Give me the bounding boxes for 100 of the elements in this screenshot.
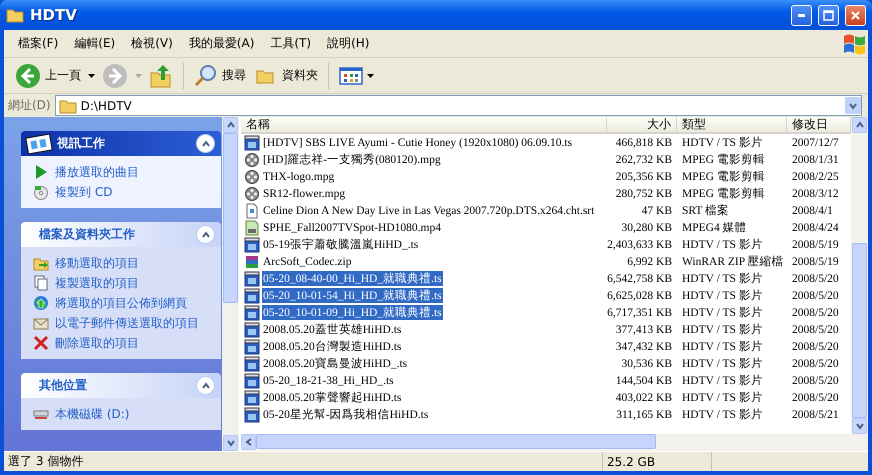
table-cell-text: 2008/5/20 (791, 322, 840, 338)
folder-icon (58, 98, 77, 114)
task-link[interactable]: 複製選取的項目 (55, 275, 139, 291)
table-cell-text: 30,280 KB (620, 220, 673, 236)
table-cell-text: HDTV / TS 影片 (681, 272, 764, 287)
maximize-button[interactable] (818, 4, 839, 26)
video-file-icon (244, 322, 260, 338)
search-button[interactable]: 搜尋 (191, 62, 249, 90)
chevron-icon (200, 230, 210, 240)
table-cell-text: 205,356 KB (614, 170, 673, 184)
table-cell-text: 280,752 KB (614, 186, 673, 202)
table-cell-text: 466,818 KB (614, 136, 673, 150)
file-row[interactable]: 05-20_08-40-00_Hi_HD_就職典禮.ts (241, 270, 607, 287)
task-link[interactable]: 本機磁碟 (D:) (55, 406, 130, 422)
table-cell-text: 2008/4/24 (791, 220, 840, 236)
task-link[interactable]: 將選取的項目公佈到網頁 (55, 295, 187, 311)
address-field[interactable]: D:\HDTV (54, 95, 862, 116)
video-file-icon (244, 372, 260, 388)
table-cell-text: 2007/12/7 (791, 136, 840, 150)
collapse-button[interactable] (196, 134, 215, 153)
film-strip-icon (25, 132, 53, 154)
menu-item[interactable]: 工具(T) (262, 35, 320, 52)
column-header[interactable]: 類型 (677, 117, 787, 134)
file-row[interactable]: SPHE_Fall2007TVSpot-HD1080.mp4 (241, 219, 607, 236)
file-row[interactable]: 05-20_10-01-54_Hi_HD_就職典禮.ts (241, 287, 607, 304)
caret-icon (135, 74, 142, 78)
task-link[interactable]: 播放選取的曲目 (55, 164, 139, 180)
file-row[interactable]: Celine Dion A New Day Live in Las Vegas 2007.720p.DTS.x264.cht.srt (241, 202, 607, 219)
address-label: 網址(D) (8, 97, 51, 114)
file-row[interactable]: 2008.05.20掌聲響起HiHD.ts (241, 389, 607, 406)
table-cell-text: 2,403,633 KB (607, 238, 673, 252)
video-file-icon (244, 288, 260, 304)
video-file-icon (244, 134, 260, 150)
table-cell-text: HDTV / TS 影片 (681, 390, 764, 406)
folder-up-icon (149, 62, 173, 88)
file-row[interactable]: 05-20_10-01-09_Hi_HD_就職典禮.ts (241, 304, 607, 321)
close-icon (850, 10, 861, 20)
task-link[interactable]: 複製到 CD (55, 184, 112, 200)
collapse-button[interactable] (196, 225, 215, 244)
play-icon (33, 164, 49, 180)
table-cell-text: 2008/1/31 (791, 152, 840, 168)
video-file-icon (244, 236, 260, 252)
table-cell-text: 2008/5/21 (791, 408, 840, 422)
table-cell-text: HDTV / TS 影片 (681, 306, 764, 321)
table-cell-text: 2008/3/12 (791, 186, 840, 202)
file-row[interactable]: 2008.05.20蓋世英雄HiHD.ts (241, 321, 607, 338)
scrollbar[interactable] (241, 434, 868, 451)
search-icon (194, 64, 218, 88)
file-row[interactable]: ArcSoft_Codec.zip (241, 253, 607, 270)
column-header[interactable]: 修改日 (787, 117, 851, 134)
table-cell-text: SRT 檔案 (681, 203, 730, 219)
archive-icon (244, 254, 260, 270)
file-row[interactable]: 2008.05.20台灣製造HiHD.ts (241, 338, 607, 355)
table-cell-text: 2008/4/1 (791, 204, 834, 218)
file-row[interactable]: 05-19張宇蕭敬騰溫嵐HiHD_.ts (241, 236, 607, 253)
file-row[interactable]: [HDTV] SBS LIVE Ayumi - Cutie Honey (1920x1080) 06.09.10.ts (241, 134, 607, 151)
menu-item[interactable]: 檢視(V) (123, 35, 181, 52)
views-icon (339, 66, 363, 86)
menu-item[interactable]: 檔案(F) (10, 35, 66, 52)
table-cell-text: 30,536 KB (620, 356, 673, 372)
table-cell-text: 2008/5/20 (791, 374, 840, 388)
file-row[interactable]: 2008.05.20寶島曼波HiHD_.ts (241, 355, 607, 372)
document-icon (244, 202, 260, 218)
column-header[interactable]: 名稱 (241, 117, 607, 134)
table-cell-text: 347,432 KB (614, 340, 673, 354)
disc-icon (33, 184, 49, 200)
file-row[interactable]: THX-logo.mpg (241, 168, 607, 185)
table-cell-text: 311,165 KB (615, 408, 673, 422)
back-button[interactable]: 上一頁 (12, 60, 84, 90)
film-reel-icon (244, 186, 260, 202)
file-row[interactable]: 05-20星光幫-因爲我相信HiHD.ts (241, 406, 607, 423)
table-cell-text: 377,413 KB (614, 322, 673, 338)
table-cell-text: 2008/5/20 (791, 288, 840, 304)
menu-item[interactable]: 我的最愛(A) (180, 35, 262, 52)
table-cell-text: HDTV / TS 影片 (681, 238, 764, 253)
task-link[interactable]: 移動選取的項目 (55, 255, 139, 271)
column-header[interactable]: 大小 (607, 117, 677, 134)
table-cell-text: 2008/5/20 (791, 272, 840, 286)
table-cell-text: MPEG4 媒體 (681, 220, 748, 236)
file-row[interactable]: SR12-flower.mpg (241, 185, 607, 202)
table-cell-text: WinRAR ZIP 壓縮檔 (681, 254, 785, 270)
scrollbar[interactable] (851, 117, 868, 434)
close-button[interactable] (845, 4, 866, 26)
minimize-button[interactable] (791, 4, 812, 26)
menu-item[interactable]: 說明(H) (319, 35, 378, 52)
task-link[interactable]: 以電子郵件傳送選取的項目 (55, 315, 199, 331)
file-row[interactable]: [HD]羅志祥-一支獨秀(080120).mpg (241, 151, 607, 168)
collapse-button[interactable] (196, 376, 215, 395)
folder-icon (6, 7, 24, 23)
video-file-icon (244, 338, 260, 354)
table-cell-text: 2008/5/20 (791, 356, 840, 372)
menu-item[interactable]: 編輯(E) (66, 35, 124, 52)
task-link[interactable]: 刪除選取的項目 (55, 335, 139, 351)
table-cell-text: 2008/5/20 (791, 390, 840, 406)
video-file-icon (244, 356, 260, 372)
file-row[interactable]: 05-20_18-21-38_Hi_HD_.ts (241, 372, 607, 389)
folders-button[interactable]: 資料夾 (253, 65, 321, 86)
panel-title: 視訊工作 (56, 135, 106, 152)
video-file-icon (244, 390, 260, 406)
scrollbar[interactable] (222, 117, 239, 451)
